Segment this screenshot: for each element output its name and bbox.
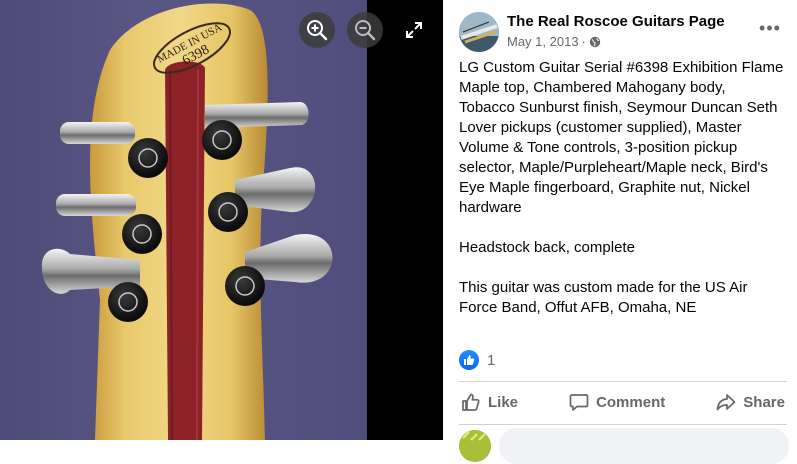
- user-avatar[interactable]: [459, 430, 491, 462]
- post-meta: May 1, 2013 ·: [507, 34, 601, 49]
- share-arrow-icon: [716, 394, 736, 411]
- comment-button[interactable]: Comment: [567, 386, 667, 418]
- headstock-illustration: MADE IN USA 6398: [41, 3, 333, 440]
- divider: [459, 381, 787, 382]
- comment-input[interactable]: [499, 428, 789, 464]
- more-options-button[interactable]: •••: [757, 18, 783, 38]
- guitar-headstock-photo[interactable]: MADE IN USA 6398: [0, 0, 367, 440]
- zoom-in-button[interactable]: [299, 12, 335, 48]
- comment-composer: [459, 428, 789, 464]
- like-label: Like: [488, 393, 519, 411]
- post-panel: The Real Roscoe Guitars Page May 1, 2013…: [443, 0, 797, 464]
- like-reaction-icon: [459, 350, 479, 370]
- comment-bubble-icon: [569, 394, 589, 411]
- globe-icon: [589, 36, 601, 47]
- like-button[interactable]: Like: [459, 386, 520, 418]
- caption-paragraph: This guitar was custom made for the US A…: [459, 279, 748, 316]
- page-avatar[interactable]: [459, 12, 499, 52]
- zoom-out-icon: [355, 20, 376, 41]
- caption-paragraph: LG Custom Guitar Serial #6398 Exhibition…: [459, 59, 784, 216]
- divider: [459, 424, 787, 425]
- tuner-left-3: [41, 248, 148, 322]
- share-label: Share: [743, 393, 785, 411]
- share-button[interactable]: Share: [714, 386, 787, 418]
- thumbs-up-icon: [462, 393, 480, 411]
- post-date[interactable]: May 1, 2013: [507, 34, 579, 49]
- photo-viewer: MADE IN USA 6398: [0, 0, 443, 440]
- post-actions: Like Comment Share: [459, 386, 787, 418]
- post-caption: LG Custom Guitar Serial #6398 Exhibition…: [459, 58, 784, 338]
- reactions-summary[interactable]: 1: [459, 350, 495, 370]
- caption-paragraph: Headstock back, complete: [459, 239, 635, 256]
- fullscreen-button[interactable]: [396, 12, 432, 48]
- reaction-count: 1: [487, 351, 496, 369]
- comment-label: Comment: [596, 393, 666, 411]
- page-name-link[interactable]: The Real Roscoe Guitars Page: [507, 13, 725, 30]
- meta-separator: ·: [581, 34, 586, 49]
- guitar-avatar-icon: [459, 12, 499, 52]
- zoom-in-icon: [307, 20, 328, 41]
- fullscreen-icon: [406, 22, 422, 38]
- zoom-out-button[interactable]: [347, 12, 383, 48]
